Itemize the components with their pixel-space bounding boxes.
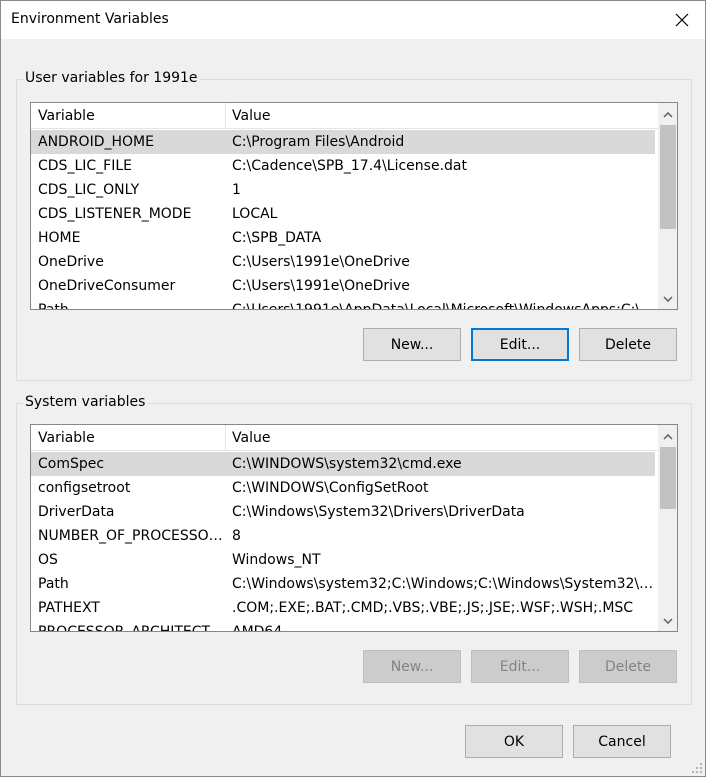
variable-value: 1 [232, 182, 241, 198]
user-variable-row[interactable]: OneDrive C:\Users\1991e\OneDrive [31, 250, 655, 274]
variable-value: C:\WINDOWS\ConfigSetRoot [232, 480, 429, 496]
variable-value: C:\Windows\System32\Drivers\DriverData [232, 504, 525, 520]
user-variable-row[interactable]: CDS_LIC_FILE C:\Cadence\SPB_17.4\License.… [31, 154, 655, 178]
column-header-value[interactable]: Value [225, 425, 655, 451]
user-variable-row[interactable]: ANDROID_HOME C:\Program Files\Android [31, 130, 655, 154]
variable-value: .COM;.EXE;.BAT;.CMD;.VBS;.VBE;.JS;.JSE;.… [232, 600, 634, 616]
user-variable-row[interactable]: OneDriveConsumer C:\Users\1991e\OneDrive [31, 274, 655, 298]
variable-name: NUMBER_OF_PROCESSORS [38, 528, 225, 544]
close-button[interactable] [659, 1, 705, 39]
system-edit-button[interactable]: Edit... [471, 650, 569, 683]
ok-button[interactable]: OK [465, 725, 563, 758]
variable-name: OneDrive [38, 254, 104, 270]
system-variable-row[interactable]: PROCESSOR_ARCHITECTURE AMD64 [31, 620, 655, 632]
system-variable-row[interactable]: OS Windows_NT [31, 548, 655, 572]
variable-value: C:\SPB_DATA [232, 230, 322, 246]
chevron-down-icon [662, 617, 673, 624]
title-bar: Environment Variables [1, 1, 705, 39]
variable-value: Windows_NT [232, 552, 321, 568]
variable-name: OS [38, 552, 58, 568]
chevron-up-icon [662, 433, 673, 440]
scroll-down-button[interactable] [658, 611, 677, 630]
variable-name: ANDROID_HOME [38, 134, 154, 150]
variable-value: AMD64 [232, 624, 283, 632]
user-list-header: Variable Value [31, 103, 677, 129]
variable-value: 8 [232, 528, 241, 544]
system-new-button[interactable]: New... [363, 650, 461, 683]
chevron-up-icon [662, 111, 673, 118]
resize-grip-icon[interactable] [691, 762, 703, 774]
scroll-thumb[interactable] [660, 125, 676, 229]
user-variable-row[interactable]: CDS_LISTENER_MODE LOCAL [31, 202, 655, 226]
user-edit-button[interactable]: Edit... [471, 328, 569, 361]
variable-value: C:\Windows\system32;C:\Windows;C:\Window… [232, 576, 655, 592]
variable-value: C:\WINDOWS\system32\cmd.exe [232, 456, 462, 472]
variable-name: ComSpec [38, 456, 105, 472]
close-icon [675, 13, 689, 27]
variable-name: Path [38, 576, 69, 592]
variable-value: C:\Users\1991e\OneDrive [232, 278, 410, 294]
variable-value: C:\Users\1991e\OneDrive [232, 254, 410, 270]
variable-value: C:\Users\1991e\AppData\Local\Microsoft\W… [232, 302, 655, 310]
user-variable-row[interactable]: HOME C:\SPB_DATA [31, 226, 655, 250]
system-delete-button[interactable]: Delete [579, 650, 677, 683]
scroll-down-button[interactable] [658, 289, 677, 308]
user-variable-row[interactable]: CDS_LIC_ONLY 1 [31, 178, 655, 202]
system-list-scrollbar[interactable] [658, 425, 677, 631]
system-list-header: Variable Value [31, 425, 677, 451]
variable-name: DriverData [38, 504, 115, 520]
user-new-button[interactable]: New... [363, 328, 461, 361]
system-variable-row[interactable]: ComSpec C:\WINDOWS\system32\cmd.exe [31, 452, 655, 476]
user-list-scrollbar[interactable] [658, 103, 677, 309]
variable-name: HOME [38, 230, 81, 246]
variable-name: CDS_LIC_ONLY [38, 182, 140, 198]
chevron-down-icon [662, 295, 673, 302]
scroll-thumb[interactable] [660, 447, 676, 509]
user-variables-label: User variables for 1991e [23, 70, 200, 86]
column-header-variable[interactable]: Variable [31, 103, 225, 129]
window-title: Environment Variables [11, 11, 169, 27]
user-variables-list[interactable]: Variable Value ANDROID_HOME C:\Program Fi… [30, 102, 678, 310]
variable-name: PATHEXT [38, 600, 100, 616]
user-delete-button[interactable]: Delete [579, 328, 677, 361]
variable-name: CDS_LIC_FILE [38, 158, 132, 174]
variable-value: LOCAL [232, 206, 278, 222]
system-variable-row[interactable]: NUMBER_OF_PROCESSORS 8 [31, 524, 655, 548]
system-variable-row[interactable]: configsetroot C:\WINDOWS\ConfigSetRoot [31, 476, 655, 500]
variable-name: CDS_LISTENER_MODE [38, 206, 192, 222]
system-variable-row[interactable]: PATHEXT .COM;.EXE;.BAT;.CMD;.VBS;.VBE;.JS… [31, 596, 655, 620]
system-variables-label: System variables [23, 394, 148, 410]
system-variables-list[interactable]: Variable Value ComSpec C:\WINDOWS\system3… [30, 424, 678, 632]
scroll-up-button[interactable] [658, 427, 677, 446]
environment-variables-dialog: Environment Variables User variables for… [0, 0, 706, 777]
variable-name: configsetroot [38, 480, 131, 496]
column-header-variable[interactable]: Variable [31, 425, 225, 451]
variable-value: C:\Program Files\Android [232, 134, 405, 150]
user-variable-row[interactable]: Path C:\Users\1991e\AppData\Local\Microso… [31, 298, 655, 310]
system-variable-row[interactable]: Path C:\Windows\system32;C:\Windows;C:\Wi… [31, 572, 655, 596]
scroll-up-button[interactable] [658, 105, 677, 124]
variable-name: PROCESSOR_ARCHITECTURE [38, 624, 225, 632]
cancel-button[interactable]: Cancel [573, 725, 671, 758]
variable-name: OneDriveConsumer [38, 278, 176, 294]
variable-name: Path [38, 302, 69, 310]
column-header-value[interactable]: Value [225, 103, 655, 129]
variable-value: C:\Cadence\SPB_17.4\License.dat [232, 158, 467, 174]
system-variable-row[interactable]: DriverData C:\Windows\System32\Drivers\Dr… [31, 500, 655, 524]
